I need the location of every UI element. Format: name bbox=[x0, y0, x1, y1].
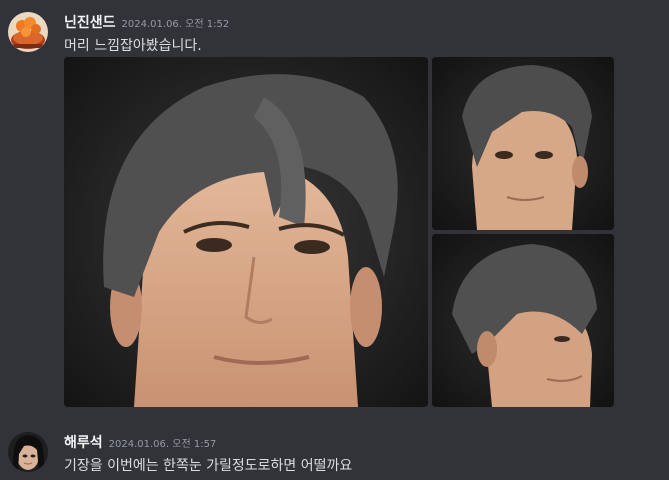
image-attachment-front[interactable] bbox=[64, 57, 428, 407]
3d-male-head-front-render bbox=[64, 57, 428, 407]
3d-male-head-side-render bbox=[432, 234, 614, 407]
username[interactable]: 해루석 bbox=[64, 435, 103, 451]
username[interactable]: 닌진샌드 bbox=[64, 15, 116, 31]
image-attachment-three-quarter[interactable] bbox=[432, 57, 614, 230]
user-avatar[interactable] bbox=[8, 12, 48, 52]
timestamp[interactable]: 2024.01.06. 오전 1:52 bbox=[122, 19, 230, 30]
chat-messages: 닌진샌드 2024.01.06. 오전 1:52 머리 느낌잡아봤습니다. 해루… bbox=[0, 0, 669, 480]
message-header: 닌진샌드 2024.01.06. 오전 1:52 bbox=[64, 12, 229, 32]
dark-hair-character-avatar-icon bbox=[8, 432, 48, 472]
orange-food-avatar-icon bbox=[8, 12, 48, 52]
message-content: 기장을 이번에는 한쪽눈 가릴정도로하면 어떨까요 bbox=[64, 458, 353, 474]
image-attachment-side[interactable] bbox=[432, 234, 614, 407]
message-group-1: 닌진샌드 2024.01.06. 오전 1:52 머리 느낌잡아봤습니다. bbox=[0, 0, 669, 410]
message-content: 머리 느낌잡아봤습니다. bbox=[64, 38, 202, 54]
message-group-2: 해루석 2024.01.06. 오전 1:57 기장을 이번에는 한쪽눈 가릴정도… bbox=[0, 418, 669, 480]
timestamp[interactable]: 2024.01.06. 오전 1:57 bbox=[109, 439, 217, 450]
message-header: 해루석 2024.01.06. 오전 1:57 bbox=[64, 432, 216, 452]
user-avatar[interactable] bbox=[8, 432, 48, 472]
3d-male-head-three-quarter-render bbox=[432, 57, 614, 230]
